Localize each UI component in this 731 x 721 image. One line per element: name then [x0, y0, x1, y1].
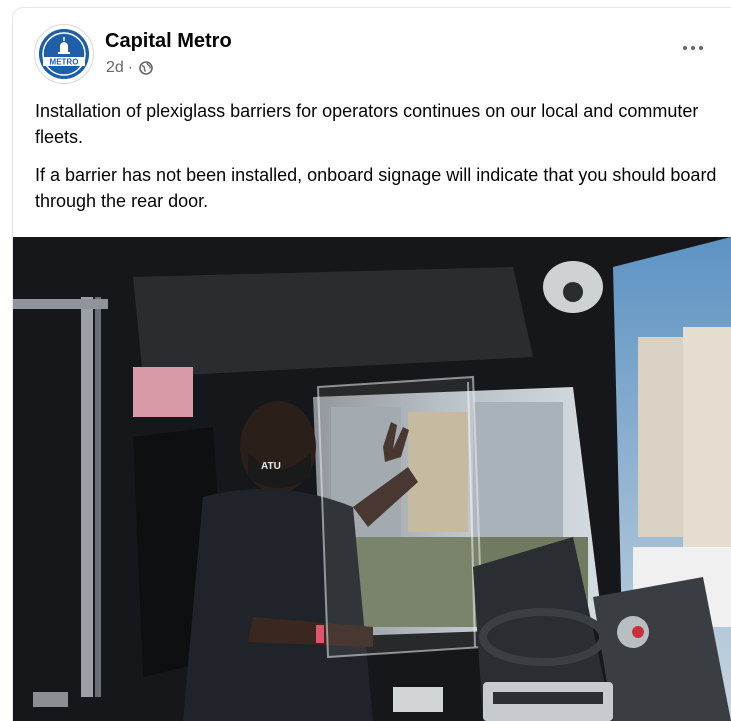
meta-separator: · [127, 59, 134, 76]
page-name-link[interactable]: Capital Metro [105, 30, 232, 53]
post-timestamp[interactable]: 2d [106, 59, 124, 77]
avatar-logo-text: METRO [50, 58, 79, 67]
post-photo[interactable]: ATU [13, 237, 731, 721]
page-avatar[interactable]: METRO [34, 24, 94, 84]
globe-icon[interactable] [139, 61, 153, 75]
more-dot [691, 46, 695, 50]
post-paragraph-1: Installation of plexiglass barriers for … [35, 101, 699, 147]
capital-metro-logo: METRO [39, 29, 89, 79]
post-text: Installation of plexiglass barriers for … [35, 98, 725, 226]
more-dot [683, 46, 687, 50]
facebook-post: METRO Capital Metro 2d · Installation of… [13, 8, 731, 721]
post-header: METRO Capital Metro 2d · [13, 8, 731, 94]
more-options-icon[interactable] [675, 36, 711, 60]
post-paragraph-2: If a barrier has not been installed, onb… [35, 165, 717, 211]
mask-logo-text: ATU [261, 461, 281, 472]
bus-operator-photo: ATU [13, 237, 731, 721]
post-meta: 2d · [106, 59, 153, 77]
more-dot [699, 46, 703, 50]
